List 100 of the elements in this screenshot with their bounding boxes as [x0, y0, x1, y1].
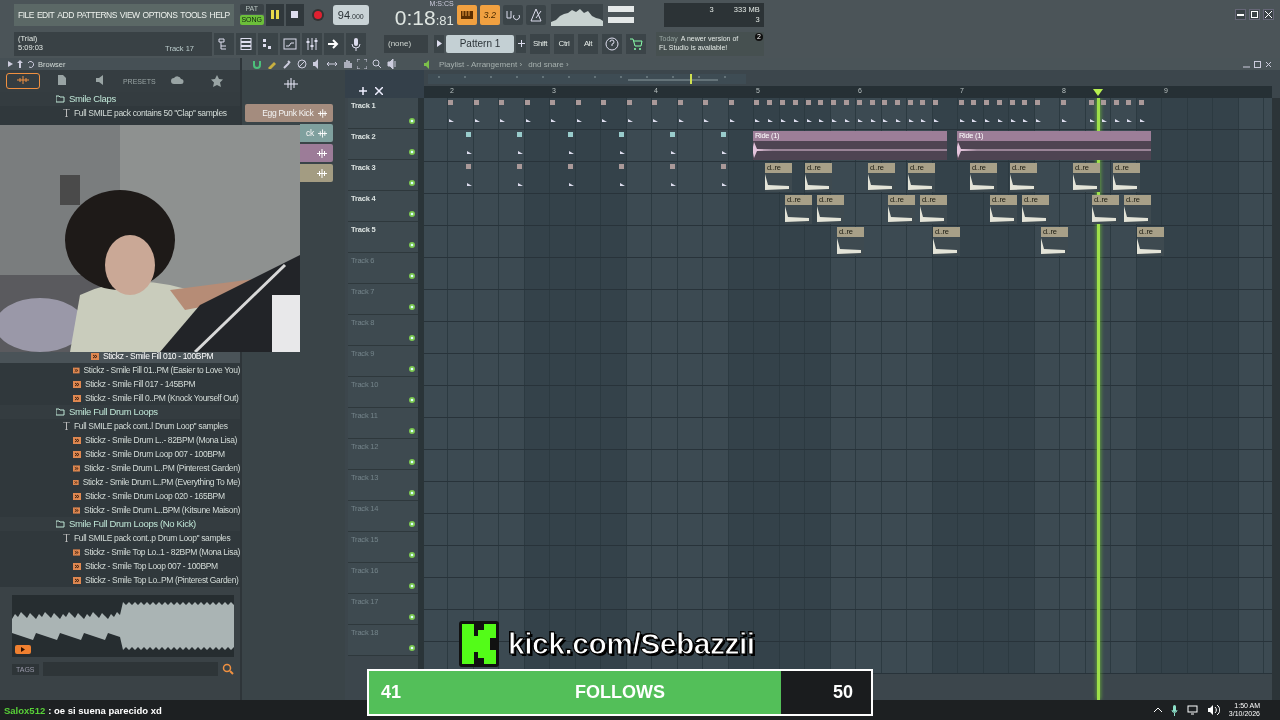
menu-item[interactable]: TOOLS: [180, 9, 207, 20]
select-icon[interactable]: [357, 59, 367, 69]
slip-icon[interactable]: [327, 59, 337, 69]
mute-dot-icon[interactable]: [409, 149, 415, 155]
mute-dot-icon[interactable]: [409, 583, 415, 589]
browser-item[interactable]: Full SMILE pack cont..l Drum Loop'' samples: [0, 419, 240, 433]
browser-tab[interactable]: [6, 73, 41, 89]
search-icon[interactable]: [222, 663, 234, 675]
playback-icon[interactable]: [387, 59, 397, 69]
waveform-icon: [805, 174, 829, 190]
typing-keyboard-toggle[interactable]: 3.2: [479, 4, 500, 25]
browser-item[interactable]: Full SMILE pack cont..p Drum Loop'' samples: [0, 531, 240, 545]
browser-item[interactable]: Stickz - Smile Fill 0..PM (Knock Yourself Out): [0, 391, 240, 405]
previous-button[interactable]: [434, 34, 444, 53]
mute-dot-icon[interactable]: [409, 490, 415, 496]
piano-roll-button[interactable]: [280, 32, 300, 55]
browser-item[interactable]: Stickz - Smile Fill 017 - 145BPM: [0, 377, 240, 391]
menu-item[interactable]: PATTERNS: [76, 9, 117, 20]
browser-button[interactable]: [214, 32, 234, 55]
folder-icon: [56, 520, 65, 528]
magnet-icon[interactable]: [252, 59, 262, 69]
mute-dot-icon[interactable]: [409, 118, 415, 124]
up-arrow-icon[interactable]: [17, 60, 23, 68]
maximize-icon[interactable]: [1254, 60, 1261, 68]
browser-item[interactable]: Stickz - Smile Drum L..PM (Pinterest Garden): [0, 461, 240, 475]
browser-item[interactable]: Stickz - Smile Top Lo..1 - 82BPM (Mona Lisa): [0, 545, 240, 559]
waveform-icon: [721, 164, 727, 186]
plus-icon[interactable]: [359, 87, 367, 95]
browser-item[interactable]: Stickz - Smile Drum L..BPM (Kitsune Maison): [0, 503, 240, 517]
pattern-selector[interactable]: Pattern 1: [446, 34, 514, 53]
menu-item[interactable]: EDIT: [36, 9, 55, 20]
close-icon[interactable]: [1265, 60, 1272, 68]
channel-url[interactable]: kick.com/Sebazzii: [508, 627, 755, 661]
caret-icon[interactable]: [8, 61, 13, 67]
menu-item[interactable]: FILE: [18, 9, 34, 20]
chevron-up-icon[interactable]: [1153, 707, 1162, 713]
mute-dot-icon[interactable]: [409, 273, 415, 279]
browser-item[interactable]: Stickz - Smile Drum L..- 82BPM (Mona Lisa): [0, 433, 240, 447]
mute-dot-icon[interactable]: [409, 397, 415, 403]
plus-wave-icon[interactable]: [283, 78, 298, 90]
text-icon: [63, 534, 70, 542]
mute-dot-icon[interactable]: [409, 211, 415, 217]
arrow-button[interactable]: [324, 32, 344, 55]
modifier-button[interactable]: Shift: [530, 33, 550, 54]
brush-icon[interactable]: [282, 59, 292, 69]
mixer-button[interactable]: [302, 32, 322, 55]
microphone-icon[interactable]: [1170, 704, 1178, 716]
channel-rack-button[interactable]: [236, 32, 256, 55]
browser-item[interactable]: Stickz - Smile Top Lo..PM (Pinterest Garden): [0, 573, 240, 587]
metronome-toggle[interactable]: [525, 4, 546, 25]
delete-icon[interactable]: [297, 59, 307, 69]
folder-item[interactable]: Smile Full Drum Loops: [0, 405, 240, 419]
mute-dot-icon[interactable]: [409, 614, 415, 620]
folder-item[interactable]: Smile Full Drum Loops (No Kick): [0, 517, 240, 531]
mute-dot-icon[interactable]: [409, 521, 415, 527]
channel-button[interactable]: [300, 144, 333, 162]
browser-item[interactable]: Stickz - Smile Drum L..PM (Everything To Me): [0, 475, 240, 489]
help-button[interactable]: [602, 33, 622, 54]
pattern-dropdown[interactable]: (none): [384, 34, 428, 53]
modifier-button[interactable]: Alt: [578, 33, 598, 54]
mute-dot-icon[interactable]: [409, 335, 415, 341]
mute-dot-icon[interactable]: [409, 645, 415, 651]
mute-dot-icon[interactable]: [409, 180, 415, 186]
playhead-marker[interactable]: [1093, 89, 1103, 96]
add-pattern-button[interactable]: [516, 34, 526, 53]
cut-icon[interactable]: [375, 87, 383, 95]
browser-item[interactable]: Full SMILE pack contains 50 ''Clap'' samples: [0, 106, 240, 120]
menu-item[interactable]: ADD: [57, 9, 74, 20]
browser-item[interactable]: Stickz - Smile Top Loop 007 - 100BPM: [0, 559, 240, 573]
mute-dot-icon[interactable]: [409, 366, 415, 372]
menu-item[interactable]: HELP: [209, 9, 230, 20]
step-toggle[interactable]: [456, 4, 477, 25]
maximize-button[interactable]: [1249, 9, 1260, 20]
volume-icon[interactable]: [1207, 705, 1220, 715]
minimize-button[interactable]: [1235, 9, 1246, 20]
mute-dot-icon[interactable]: [409, 428, 415, 434]
menu-item[interactable]: OPTIONS: [142, 9, 178, 20]
channel-button[interactable]: [300, 164, 333, 182]
browser-item[interactable]: Stickz - Smile Drum Loop 007 - 100BPM: [0, 447, 240, 461]
waveform-icon: [466, 132, 472, 154]
mute-dot-icon[interactable]: [409, 459, 415, 465]
close-button[interactable]: [1263, 9, 1274, 20]
zoom-icon[interactable]: [372, 59, 382, 69]
shop-button[interactable]: [626, 33, 646, 54]
browser-item[interactable]: Stickz - Smile Drum Loop 020 - 165BPM: [0, 489, 240, 503]
scrollbar[interactable]: [1272, 98, 1280, 700]
mute-dot-icon[interactable]: [409, 552, 415, 558]
hand-icon[interactable]: [342, 59, 352, 69]
mute-dot-icon[interactable]: [409, 242, 415, 248]
record-audio-button[interactable]: [346, 32, 366, 55]
mute-dot-icon[interactable]: [409, 304, 415, 310]
menu-item[interactable]: VIEW: [119, 9, 140, 20]
play-icon[interactable]: [15, 645, 31, 654]
network-icon[interactable]: [1186, 705, 1199, 715]
play-button[interactable]: [265, 3, 284, 26]
browser-item[interactable]: Stickz - Smile Fill 01..PM (Easier to Love You): [0, 363, 240, 377]
folder-item[interactable]: Smile Claps: [0, 92, 240, 106]
steps-button[interactable]: [258, 32, 278, 55]
modifier-button[interactable]: Ctrl: [554, 33, 574, 54]
stop-button[interactable]: [285, 3, 304, 26]
